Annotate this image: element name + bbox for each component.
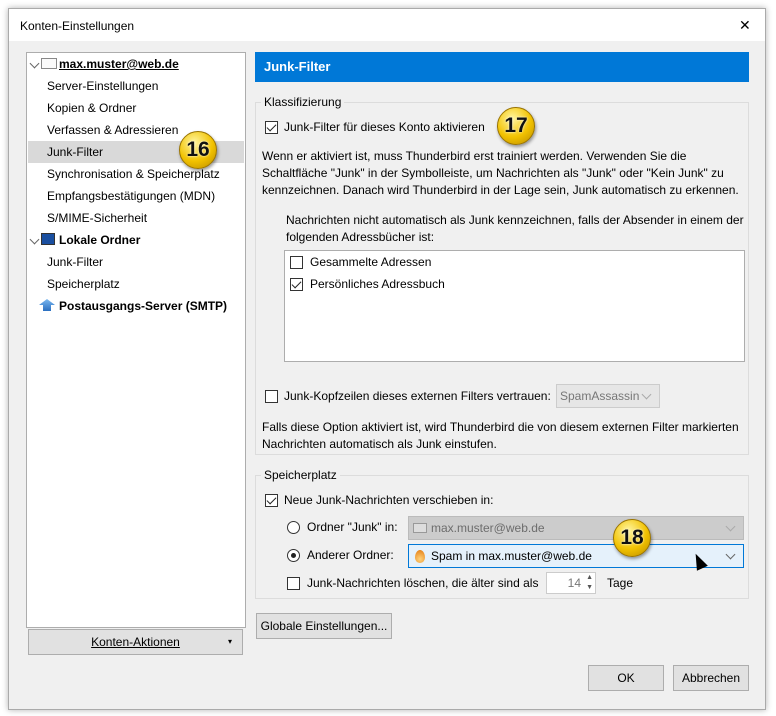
mail-account-icon [41,58,57,69]
move-junk-checkbox[interactable] [265,494,278,507]
junk-folder-label: Ordner "Junk" in: [307,520,398,534]
delete-old-label: Junk-Nachrichten löschen, die älter sind… [307,576,539,590]
ok-button[interactable]: OK [588,665,664,691]
outgoing-server-icon [39,299,55,311]
trust-headers-description: Falls diese Option aktiviert ist, wird T… [262,420,739,451]
external-filter-select[interactable]: SpamAssassin [556,384,660,408]
title-bar: Konten-Einstellungen ✕ [9,9,765,41]
enable-junk-label: Junk-Filter für dieses Konto aktivieren [284,120,485,134]
chevron-down-icon [725,521,736,532]
account-actions-label: Konten-Aktionen [91,635,180,649]
cancel-button[interactable]: Abbrechen [673,665,749,691]
enable-junk-checkbox[interactable] [265,121,278,134]
tree-account-web[interactable]: max.muster@web.de [59,53,179,75]
callout-badge-18: 18 [613,519,651,557]
junk-folder-radio[interactable] [287,521,300,534]
trust-headers-label: Junk-Kopfzeilen dieses externen Filters … [284,389,551,403]
tree-item-local-storage[interactable]: Speicherplatz [47,273,120,295]
global-settings-button[interactable]: Globale Einstellungen... [256,613,392,639]
classification-legend: Klassifizierung [261,95,345,109]
addressbook-personal-label: Persönliches Adressbuch [310,277,445,291]
other-folder-label: Anderer Ordner: [307,548,394,562]
addressbook-personal-checkbox[interactable] [290,278,303,291]
mail-account-icon [413,523,427,533]
tree-item-server[interactable]: Server-Einstellungen [47,75,158,97]
delete-old-checkbox[interactable] [287,577,300,590]
external-filter-value: SpamAssassin [560,389,640,403]
delete-days-value: 14 [567,576,581,590]
tree-item-smtp[interactable]: Postausgangs-Server (SMTP) [59,295,227,317]
close-button[interactable]: ✕ [739,17,751,33]
tree-account-local[interactable]: Lokale Ordner [59,229,140,251]
addressbook-collected-label: Gesammelte Adressen [310,255,432,269]
tree-item-compose[interactable]: Verfassen & Adressieren [47,119,178,141]
computer-icon [41,233,55,245]
tree-item-mdn[interactable]: Empfangsbestätigungen (MDN) [47,185,215,207]
classification-description: Wenn er aktiviert ist, muss Thunderbird … [262,149,739,197]
storage-legend: Speicherplatz [261,468,340,482]
other-folder-value: Spam in max.muster@web.de [431,549,592,563]
addressbook-collected-checkbox[interactable] [290,256,303,269]
chevron-down-icon [641,389,652,400]
addressbook-list[interactable]: Gesammelte Adressen Persönliches Adressb… [284,250,745,362]
days-unit-label: Tage [607,576,634,590]
dropdown-arrow-icon: ▾ [227,637,232,646]
tree-item-local-junk[interactable]: Junk-Filter [47,251,103,273]
junk-folder-value: max.muster@web.de [431,521,545,535]
chevron-down-icon[interactable] [29,234,40,245]
storage-group: Speicherplatz Neue Junk-Nachrichten vers… [255,468,749,599]
stepper-arrows-icon[interactable]: ▲ ▼ [586,573,593,593]
spam-folder-icon [415,550,425,563]
tree-item-smime[interactable]: S/MIME-Sicherheit [47,207,147,229]
account-settings-dialog: Konten-Einstellungen ✕ max.muster@web.de… [8,8,766,710]
whitelist-label: Nachrichten nicht automatisch als Junk k… [286,213,744,244]
callout-badge-17: 17 [497,107,535,145]
account-actions-button[interactable]: Konten-Aktionen ▾ [28,629,243,655]
page-header: Junk-Filter [255,52,749,82]
tree-item-copies[interactable]: Kopien & Ordner [47,97,136,119]
chevron-down-icon [725,549,736,560]
chevron-down-icon[interactable] [29,58,40,69]
trust-headers-checkbox[interactable] [265,390,278,403]
window-title: Konten-Einstellungen [20,19,135,33]
junk-folder-select[interactable]: max.muster@web.de [408,516,744,540]
other-folder-radio[interactable] [287,549,300,562]
classification-group: Klassifizierung Junk-Filter für dieses K… [255,95,749,455]
move-junk-label: Neue Junk-Nachrichten verschieben in: [284,493,494,507]
delete-days-stepper[interactable]: 14 ▲ ▼ [546,572,596,594]
callout-badge-16: 16 [179,131,217,169]
